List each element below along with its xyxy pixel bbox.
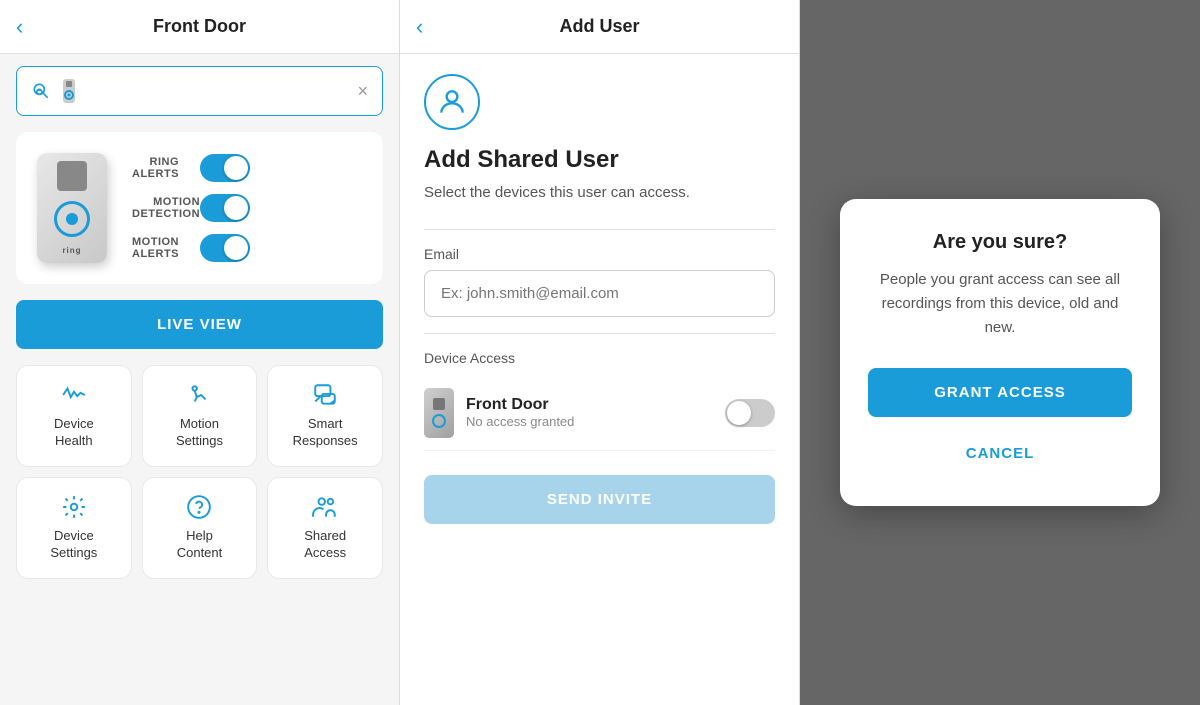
dialog-title: Are you sure? <box>868 231 1132 254</box>
grid-item-help-content[interactable]: HelpContent <box>142 477 258 579</box>
motion-alerts-label: MOTIONALERTS <box>132 236 179 260</box>
device-health-label: DeviceHealth <box>54 416 94 450</box>
grid-item-device-health[interactable]: DeviceHealth <box>16 365 132 467</box>
panel-confirmation: Are you sure? People you grant access ca… <box>800 0 1200 705</box>
doorbell-device: ring <box>37 153 107 263</box>
panel2-header: ‹ Add User <box>400 0 799 54</box>
device-thumbnail <box>424 388 454 438</box>
confirmation-dialog: Are you sure? People you grant access ca… <box>840 199 1160 506</box>
device-section: ring RINGALERTS MOTIONDETECTION MOTIONAL… <box>16 132 383 284</box>
device-access-label: Device Access <box>424 350 775 366</box>
doorbell-camera <box>57 161 87 191</box>
device-thumb-camera <box>433 398 445 410</box>
doorbell-button-inner <box>66 213 78 225</box>
divider-2 <box>424 333 775 334</box>
doorbell-button <box>54 201 90 237</box>
live-view-button[interactable]: LIVE VIEW <box>16 300 383 349</box>
device-access-toggle[interactable] <box>725 399 775 427</box>
device-status: No access granted <box>466 414 713 429</box>
help-content-label: HelpContent <box>177 528 223 562</box>
panel2-title: Add User <box>416 16 783 37</box>
panel2-content: Add Shared User Select the devices this … <box>400 54 799 705</box>
panel1-title: Front Door <box>16 16 383 37</box>
grid-item-motion-settings[interactable]: MotionSettings <box>142 365 258 467</box>
grid-section: DeviceHealth MotionSettings <box>16 365 383 579</box>
motion-alerts-row: MOTIONALERTS <box>132 234 250 262</box>
panel-front-door: ‹ Front Door × <box>0 0 400 705</box>
panel2-back-button[interactable]: ‹ <box>416 14 423 40</box>
user-icon <box>436 86 468 118</box>
help-content-icon <box>186 494 212 520</box>
email-input[interactable] <box>424 270 775 317</box>
send-invite-button[interactable]: SEND INVITE <box>424 475 775 524</box>
motion-detection-toggle[interactable] <box>200 194 250 222</box>
motion-alerts-toggle[interactable] <box>200 234 250 262</box>
search-clear-button[interactable]: × <box>357 81 368 102</box>
cancel-button[interactable]: CANCEL <box>868 433 1132 474</box>
add-user-title: Add Shared User <box>424 146 775 174</box>
motion-settings-icon <box>186 382 212 408</box>
shared-access-label: SharedAccess <box>304 528 346 562</box>
search-bar[interactable]: × <box>16 66 383 116</box>
toggles-section: RINGALERTS MOTIONDETECTION MOTIONALERTS <box>132 154 250 262</box>
dialog-body: People you grant access can see all reco… <box>868 268 1132 340</box>
smart-responses-label: SmartResponses <box>293 416 358 450</box>
search-icon <box>31 81 51 101</box>
grid-item-device-settings[interactable]: DeviceSettings <box>16 477 132 579</box>
ring-alerts-row: RINGALERTS <box>132 154 250 182</box>
motion-detection-label: MOTIONDETECTION <box>132 196 200 220</box>
panel1-header: ‹ Front Door <box>0 0 399 54</box>
search-icon-area <box>31 77 357 105</box>
device-health-icon <box>61 382 87 408</box>
add-user-subtitle: Select the devices this user can access. <box>424 182 775 205</box>
divider-1 <box>424 229 775 230</box>
motion-detection-row: MOTIONDETECTION <box>132 194 250 222</box>
ring-alerts-label: RINGALERTS <box>132 156 179 180</box>
shared-access-icon <box>312 494 338 520</box>
device-settings-label: DeviceSettings <box>50 528 97 562</box>
motion-settings-label: MotionSettings <box>176 416 223 450</box>
user-avatar <box>424 74 480 130</box>
device-image: ring <box>32 148 112 268</box>
device-settings-icon <box>61 494 87 520</box>
grid-item-smart-responses[interactable]: SmartResponses <box>267 365 383 467</box>
doorbell-small-icon <box>57 77 81 105</box>
doorbell-brand: ring <box>62 246 81 255</box>
grid-item-shared-access[interactable]: SharedAccess <box>267 477 383 579</box>
panel1-back-button[interactable]: ‹ <box>16 14 23 40</box>
device-thumb-button <box>432 414 446 428</box>
grant-access-button[interactable]: GRANT ACCESS <box>868 368 1132 417</box>
device-access-row: Front Door No access granted <box>424 376 775 451</box>
panel1-content: × ring RINGALERTS MOTIONDETECT <box>0 54 399 705</box>
device-name: Front Door <box>466 396 713 414</box>
email-field-label: Email <box>424 246 775 262</box>
smart-responses-icon <box>312 382 338 408</box>
ring-alerts-toggle[interactable] <box>200 154 250 182</box>
panel-add-user: ‹ Add User Add Shared User Select the de… <box>400 0 800 705</box>
device-info: Front Door No access granted <box>466 396 713 429</box>
